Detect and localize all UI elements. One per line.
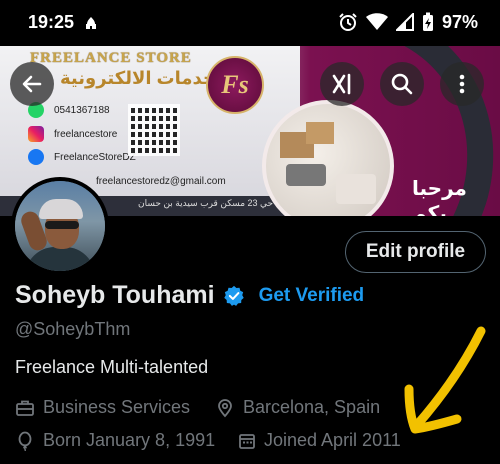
location-pin-icon: [218, 398, 232, 417]
status-bar: 19:25 97%: [0, 0, 500, 46]
profile-location: Barcelona, Spain: [215, 397, 380, 418]
search-button[interactable]: [380, 62, 424, 106]
joined-text: Joined April 2011: [264, 430, 401, 450]
alarm-icon: [339, 13, 357, 31]
grok-icon: [332, 73, 351, 95]
profile-handle: @SoheybThm: [15, 319, 131, 339]
get-verified-link[interactable]: Get Verified: [259, 285, 365, 307]
contact-text: freelancestore: [54, 128, 118, 140]
mosque-icon: [86, 17, 96, 29]
banner-welcome: مرحبا بكم: [412, 178, 467, 216]
status-time: 19:25: [28, 12, 75, 32]
more-button[interactable]: [440, 62, 484, 106]
briefcase-icon: [16, 400, 34, 416]
birthday-text: Born January 8, 1991: [43, 430, 216, 450]
grok-button[interactable]: [320, 62, 364, 106]
annotation-arrow-icon: [404, 326, 486, 434]
banner-logo: Fs: [206, 56, 264, 114]
signal-icon: [395, 13, 414, 31]
banner-contact-instagram: freelancestore: [28, 126, 117, 142]
location-text: Barcelona, Spain: [243, 397, 381, 417]
profile-bio: Freelance Multi-talented: [15, 357, 209, 377]
wifi-icon: [365, 13, 388, 30]
profile-name-row: Soheyb Touhami Get Verified: [15, 281, 364, 310]
search-icon: [391, 73, 413, 95]
status-icons: 97%: [338, 11, 478, 33]
category-text: Business Services: [43, 397, 191, 417]
back-button[interactable]: [10, 62, 54, 106]
battery-icon: [422, 12, 433, 31]
edit-profile-button[interactable]: Edit profile: [345, 231, 486, 273]
balloon-icon: [18, 431, 32, 451]
contact-text: 0541367188: [54, 104, 110, 116]
profile-joined: Joined April 2011: [238, 430, 401, 451]
profile-name: Soheyb Touhami: [15, 281, 215, 309]
banner-arabic-title: الخدمات الالكترونية: [60, 68, 229, 88]
banner-store-title: FREELANCE STORE: [30, 50, 192, 66]
instagram-icon: [28, 126, 44, 142]
calendar-icon: [239, 433, 255, 449]
contact-text: FreelanceStoreDZ: [54, 151, 136, 163]
verified-badge-icon[interactable]: [223, 285, 245, 307]
battery-percent: 97%: [441, 11, 478, 32]
qr-code: [128, 104, 180, 156]
banner-contact-email: freelancestoredz@gmail.com: [96, 176, 226, 187]
banner-contact-facebook: FreelanceStoreDZ: [28, 149, 136, 165]
facebook-icon: [28, 149, 44, 165]
more-vertical-icon: [459, 74, 465, 94]
profile-birthday: Born January 8, 1991: [15, 430, 215, 451]
profile-category: Business Services: [15, 397, 190, 418]
contact-text: freelancestoredz@gmail.com: [96, 176, 226, 187]
back-arrow-icon: [22, 75, 42, 93]
avatar[interactable]: [11, 177, 109, 275]
banner-address: حي 23 مسكن قرب سيدية بن حسان: [138, 198, 274, 208]
